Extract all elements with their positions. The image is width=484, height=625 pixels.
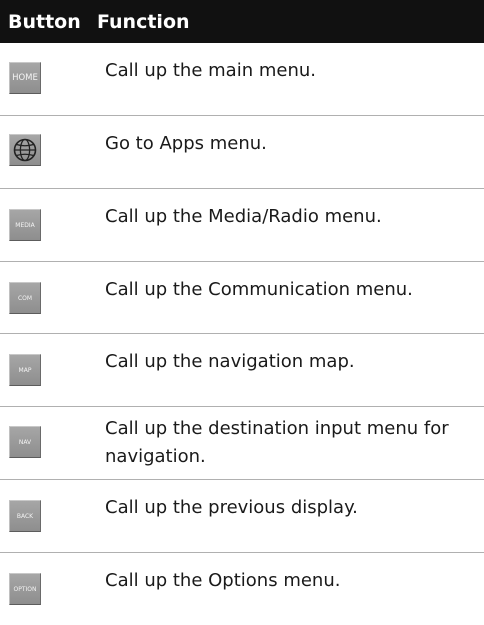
button-cell: NAV [0, 407, 105, 479]
function-text: Call up the previous display. [105, 497, 358, 518]
function-text: Call up the Media/Radio menu. [105, 206, 382, 227]
button-cell: MEDIA [0, 189, 105, 261]
header-button: Button [8, 10, 81, 33]
nav-button-icon: NAV [9, 426, 41, 458]
table-row: Go to Apps menu. [0, 116, 484, 189]
back-button-icon: BACK [9, 500, 41, 532]
globe-icon [9, 134, 41, 166]
button-cell: BACK [0, 480, 105, 552]
function-text: Call up the navigation map. [105, 351, 355, 372]
table-row: OPTION Call up the Options menu. [0, 553, 484, 625]
table-row: HOME Call up the main menu. [0, 43, 484, 116]
home-button-icon: HOME [9, 62, 41, 94]
table-row: NAV Call up the destination input menu f… [0, 407, 484, 480]
button-function-table: Button Function HOME Call up the main me… [0, 0, 484, 625]
table-row: BACK Call up the previous display. [0, 480, 484, 553]
function-text: Call up the Options menu. [105, 570, 341, 591]
button-cell: HOME [0, 43, 105, 115]
function-text: Call up the destination input menu for n… [105, 418, 449, 467]
button-cell: OPTION [0, 553, 105, 625]
table-header: Button Function [0, 0, 484, 43]
button-cell [0, 116, 105, 188]
option-button-icon: OPTION [9, 573, 41, 605]
media-button-icon: MEDIA [9, 209, 41, 241]
header-function: Function [97, 10, 190, 33]
map-button-icon: MAP [9, 354, 41, 386]
function-text: Call up the Communication menu. [105, 279, 413, 300]
table-row: COM Call up the Communication menu. [0, 262, 484, 334]
button-cell: COM [0, 262, 105, 333]
function-text: Call up the main menu. [105, 60, 316, 81]
function-text: Go to Apps menu. [105, 133, 267, 154]
table-row: MEDIA Call up the Media/Radio menu. [0, 189, 484, 262]
table-row: MAP Call up the navigation map. [0, 334, 484, 407]
button-cell: MAP [0, 334, 105, 406]
com-button-icon: COM [9, 282, 41, 314]
